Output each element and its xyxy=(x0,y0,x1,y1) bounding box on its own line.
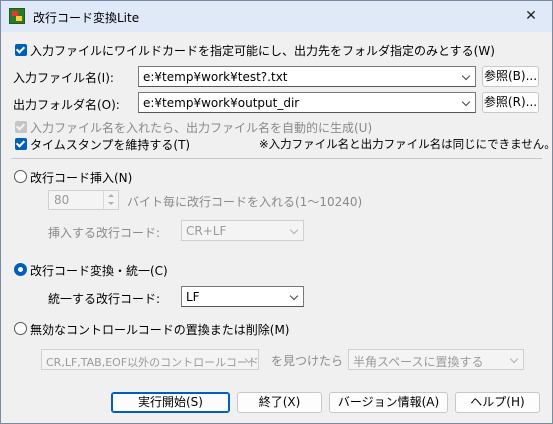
output-folder-label: 出力フォルダ名(O): xyxy=(13,98,120,112)
output-folder-combo[interactable]: e:¥temp¥work¥output_dir xyxy=(138,92,476,113)
app-window: 改行コード変換Lite ✕ 入力ファイルにワイルドカードを指定可能にし、出力先を… xyxy=(0,0,553,424)
help-button[interactable]: ヘルプ(H) xyxy=(455,392,540,413)
output-folder-value: e:¥temp¥work¥output_dir xyxy=(143,96,300,110)
chevron-down-icon xyxy=(509,354,519,364)
window-title: 改行コード変換Lite xyxy=(33,11,140,25)
chevron-down-icon[interactable] xyxy=(461,71,471,81)
timestamp-label[interactable]: タイムスタンプを維持する(T) xyxy=(30,136,190,153)
input-browse-button[interactable]: 参照(B)... xyxy=(482,66,539,87)
version-button[interactable]: バージョン情報(A) xyxy=(329,392,448,413)
output-browse-button[interactable]: 参照(R)... xyxy=(482,92,539,113)
invalid-action-combo: 半角スペースに置換する xyxy=(348,349,524,370)
convert-radio-label[interactable]: 改行コード変換・統一(C) xyxy=(30,262,168,279)
invalid-target-value: CR,LF,TAB,EOF以外のコントロールコード xyxy=(46,356,259,369)
chevron-down-icon[interactable] xyxy=(461,97,471,107)
dialog-body: 入力ファイルにワイルドカードを指定可能にし、出力先をフォルダ指定のみとする(W)… xyxy=(1,32,553,423)
convert-code-combo[interactable]: LF xyxy=(181,286,304,307)
insert-count-value: 80 xyxy=(54,193,70,207)
convert-code-label: 統一する改行コード: xyxy=(48,292,161,306)
invalid-control-radio[interactable] xyxy=(14,322,27,335)
close-icon[interactable]: ✕ xyxy=(510,1,552,32)
same-name-note: ※入力ファイル名と出力ファイル名は同じにできません。 xyxy=(259,137,553,151)
wildcard-checkbox-label[interactable]: 入力ファイルにワイルドカードを指定可能にし、出力先をフォルダ指定のみとする(W) xyxy=(30,42,495,59)
invalid-control-radio-label[interactable]: 無効なコントロールコードの置換または削除(M) xyxy=(30,321,289,338)
auto-name-checkbox xyxy=(15,121,27,133)
auto-name-label: 入力ファイル名を入れたら、出力ファイル名を自動的に生成(U) xyxy=(30,121,373,135)
insert-count-spinner: 80 xyxy=(48,190,119,210)
exit-button[interactable]: 終了(X) xyxy=(237,392,322,413)
insert-code-combo: CR+LF xyxy=(181,220,304,241)
insert-radio[interactable] xyxy=(14,170,27,183)
invalid-target-combo: CR,LF,TAB,EOF以外のコントロールコード xyxy=(41,349,259,370)
wildcard-checkbox[interactable] xyxy=(15,44,27,56)
insert-count-suffix: バイト毎に改行コードを入れる(1〜10240) xyxy=(127,195,363,209)
convert-radio[interactable] xyxy=(14,263,27,276)
insert-code-value: CR+LF xyxy=(186,224,227,238)
input-file-combo[interactable]: e:¥temp¥work¥test?.txt xyxy=(138,66,476,87)
timestamp-checkbox[interactable] xyxy=(15,138,27,150)
invalid-action-value: 半角スペースに置換する xyxy=(353,355,484,369)
run-button[interactable]: 実行開始(S) xyxy=(111,392,230,413)
chevron-down-icon xyxy=(289,225,299,235)
spinner-arrows-icon xyxy=(103,191,118,209)
convert-code-value: LF xyxy=(186,290,200,304)
insert-code-label: 挿入する改行コード: xyxy=(48,226,161,240)
section-divider xyxy=(11,158,542,159)
invalid-middle-text: を見つけたら xyxy=(271,354,344,368)
app-icon xyxy=(9,8,25,24)
insert-radio-label[interactable]: 改行コード挿入(N) xyxy=(30,169,132,186)
input-file-value: e:¥temp¥work¥test?.txt xyxy=(143,70,288,84)
title-bar[interactable]: 改行コード変換Lite ✕ xyxy=(1,1,552,32)
chevron-down-icon[interactable] xyxy=(289,291,299,301)
input-file-label: 入力ファイル名(I): xyxy=(13,71,114,85)
